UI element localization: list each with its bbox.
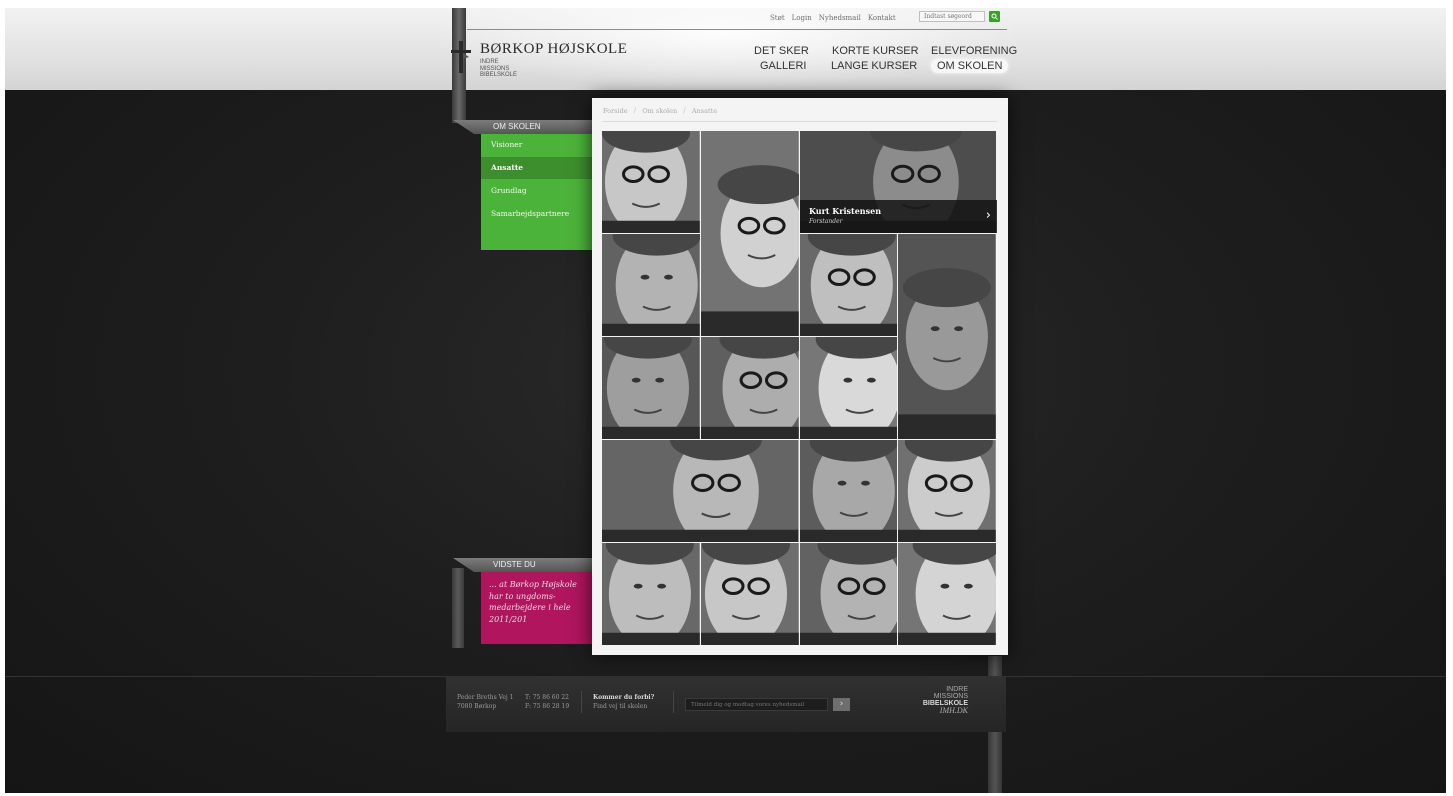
cross-icon	[451, 41, 471, 73]
staff-photo[interactable]	[799, 234, 898, 336]
side-menu: Visioner Ansatte Grundlag Samarbejdspart…	[481, 134, 592, 250]
side-item-visioner[interactable]: Visioner	[481, 134, 592, 156]
did-you-know-line: har to ungdoms-	[489, 591, 556, 601]
side-item-ansatte[interactable]: Ansatte	[481, 157, 592, 179]
portrait-image	[602, 234, 700, 336]
portrait-image	[602, 543, 700, 645]
breadcrumb-separator: /	[683, 106, 686, 115]
staff-photo[interactable]	[602, 131, 700, 233]
header-divider	[467, 29, 1007, 30]
breadcrumb-home[interactable]: Forside	[603, 107, 628, 115]
side-menu-heading: OM SKOLEN	[493, 122, 541, 131]
breadcrumb: Forside / Om skolen / Ansatte	[603, 106, 717, 115]
footer-address-line: Peder Breths Vej 1	[457, 694, 514, 701]
staff-photo[interactable]	[898, 440, 996, 542]
portrait-image	[799, 234, 898, 336]
nav-galleri[interactable]: GALLERI	[760, 60, 806, 72]
footer-visit-title: Kommer du forbi?	[593, 694, 655, 701]
partner-logo-line: INDRE	[946, 686, 968, 693]
util-link-newsletter[interactable]: Nyhedsmail	[819, 14, 861, 22]
footer-fax: F: 75 86 28 19	[525, 703, 570, 710]
did-you-know-text: ... at Børkop Højskole har to ungdoms- m…	[489, 579, 589, 625]
staff-photo[interactable]	[602, 234, 700, 336]
footer-separator	[581, 691, 582, 713]
portrait-image	[799, 543, 898, 645]
nav-lange-kurser[interactable]: LANGE KURSER	[831, 60, 917, 72]
portrait-image	[700, 337, 799, 439]
breadcrumb-ansatte: Ansatte	[691, 106, 718, 115]
header-band	[5, 8, 1446, 90]
partner-logo-line: MISSIONS	[933, 693, 968, 700]
portrait-image	[700, 131, 799, 336]
search-input[interactable]	[919, 11, 985, 22]
utility-nav: Støt Login Nyhedsmail Kontakt	[770, 14, 896, 22]
portrait-image	[799, 440, 898, 542]
nav-elevforening[interactable]: ELEVFORENING	[931, 45, 1017, 57]
nav-korte-kurser[interactable]: KORTE KURSER	[832, 45, 919, 57]
staff-photo[interactable]	[602, 440, 799, 542]
staff-photo[interactable]	[602, 543, 700, 645]
logo-subtitle: INDRE MISSIONS BIBELSKOLE	[480, 59, 540, 79]
featured-staff-name: Kurt Kristensen	[809, 206, 882, 216]
staff-photo[interactable]	[700, 131, 799, 336]
chevron-right-icon: ›	[985, 208, 991, 223]
featured-staff-role: Forstander	[809, 218, 843, 225]
footer-phone: T: 75 86 60 22	[525, 694, 569, 701]
partner-logo-line: IMH.DK	[939, 706, 968, 715]
decorative-pole	[452, 568, 464, 648]
staff-photo[interactable]	[602, 337, 700, 439]
breadcrumb-separator: /	[633, 106, 637, 115]
nav-om-skolen[interactable]: OM SKOLEN	[931, 59, 1009, 73]
staff-photo[interactable]	[799, 440, 898, 542]
portrait-image	[602, 131, 700, 233]
portrait-image	[898, 234, 996, 439]
featured-staff-caption[interactable]: Kurt Kristensen Forstander ›	[800, 200, 997, 233]
did-you-know-heading: VIDSTE DU	[493, 560, 536, 569]
portrait-image	[602, 337, 700, 439]
staff-photo[interactable]	[799, 337, 898, 439]
search-button[interactable]	[989, 11, 1000, 22]
footer-directions-link[interactable]: Find vej til skolen	[593, 703, 647, 710]
staff-photo[interactable]	[700, 337, 799, 439]
portrait-image	[898, 440, 996, 542]
util-link-stoet[interactable]: Støt	[770, 14, 785, 22]
staff-photo[interactable]	[898, 234, 996, 439]
logo-subtitle-line: BIBELSKOLE	[480, 72, 518, 78]
breadcrumb-om-skolen[interactable]: Om skolen	[642, 107, 677, 115]
util-link-login[interactable]: Login	[792, 14, 812, 22]
did-you-know-line: medarbejdere i hele	[489, 603, 571, 612]
nav-det-sker[interactable]: DET SKER	[754, 45, 809, 57]
util-link-contact[interactable]: Kontakt	[868, 14, 896, 22]
did-you-know-line: 2011/201	[489, 614, 528, 624]
side-item-samarbejdspartnere[interactable]: Samarbejdspartnere	[481, 203, 592, 225]
portrait-image	[602, 440, 799, 542]
side-item-grundlag[interactable]: Grundlag	[481, 180, 592, 202]
search-icon	[991, 13, 998, 20]
staff-photo[interactable]	[799, 543, 898, 645]
newsletter-email-field[interactable]	[685, 698, 828, 711]
breadcrumb-divider	[602, 121, 997, 122]
portrait-image	[898, 543, 996, 645]
portrait-image	[700, 543, 799, 645]
staff-photo[interactable]	[700, 543, 799, 645]
footer-separator	[673, 691, 674, 713]
partner-logo[interactable]: INDRE MISSIONS BIBELSKOLE IMH.DK	[913, 686, 968, 715]
page-stage: Støt Login Nyhedsmail Kontakt BØRKOP HØJ…	[5, 8, 1446, 793]
newsletter-submit-button[interactable]: ›	[833, 698, 850, 711]
logo-title: BØRKOP HØJSKOLE	[480, 41, 628, 57]
staff-photo[interactable]	[898, 543, 996, 645]
footer-address-line: 7080 Børkop	[457, 703, 497, 710]
did-you-know-line: ... at Børkop Højskole	[489, 580, 577, 589]
portrait-image	[799, 337, 898, 439]
